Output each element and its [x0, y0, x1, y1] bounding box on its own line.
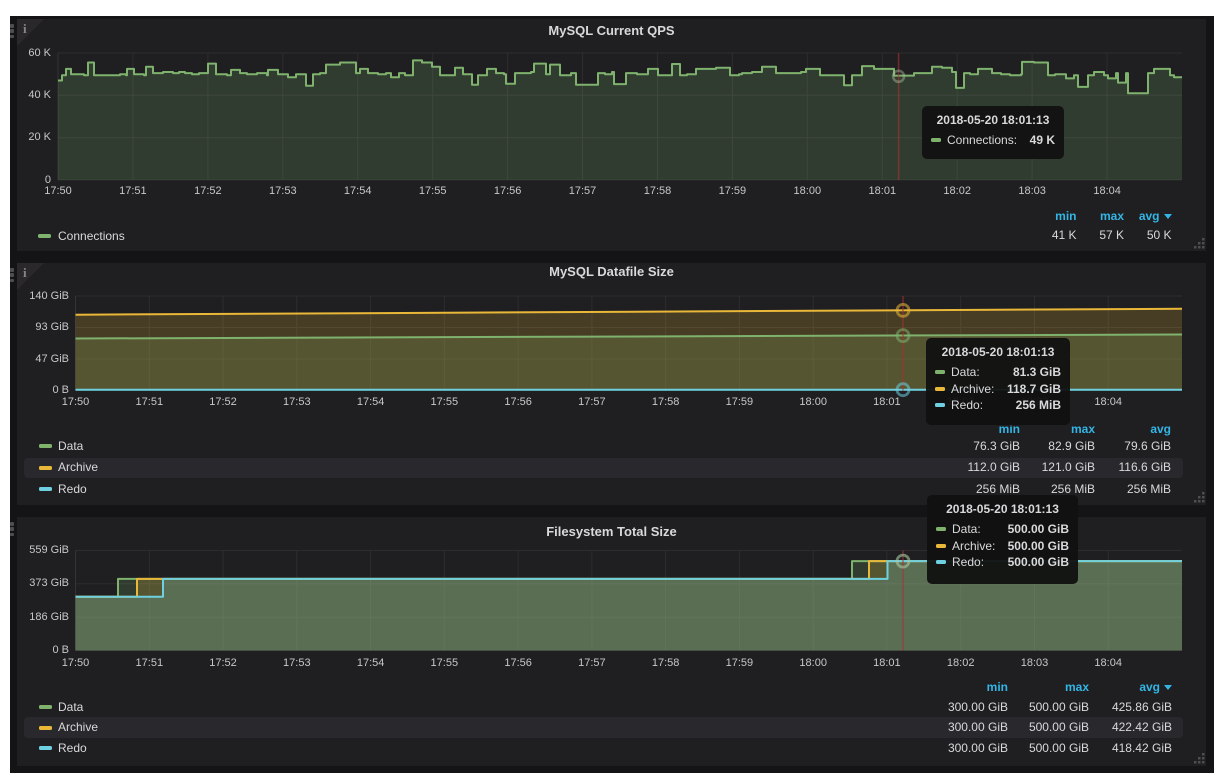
svg-text:i: i: [23, 265, 27, 280]
svg-text:i: i: [23, 21, 27, 36]
